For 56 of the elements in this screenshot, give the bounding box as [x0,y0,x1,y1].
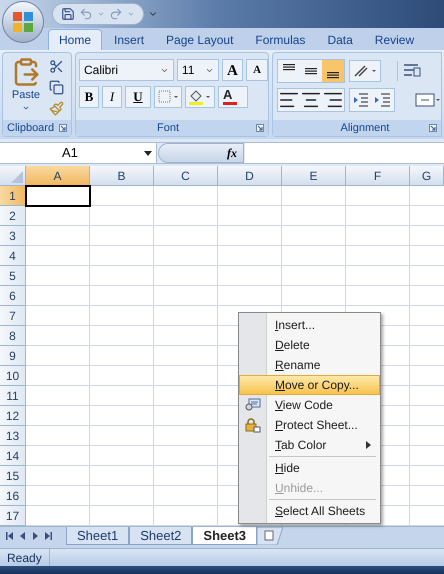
row-header[interactable]: 15 [0,466,26,486]
ribbon-tab[interactable]: Page Layout [156,29,244,50]
menu-item[interactable]: Insert... [239,315,380,335]
font-family-field[interactable]: Calibri [79,59,174,81]
column-header[interactable]: B [90,166,154,185]
font-size-field[interactable]: 11 [176,59,218,81]
ribbon-tab[interactable]: Home [48,29,102,50]
paste-button[interactable]: Paste [7,57,45,112]
sheet-tab[interactable]: Sheet3 [192,527,258,545]
menu-item[interactable]: View Code [239,395,380,415]
row-header[interactable]: 7 [0,306,26,326]
menu-item[interactable]: Delete [239,335,380,355]
menu-item[interactable]: Tab Color [239,435,380,455]
row-header[interactable]: 10 [0,366,26,386]
menu-item[interactable]: Select All Sheets [239,501,380,521]
row-header[interactable]: 12 [0,406,26,426]
column-header[interactable]: G [410,166,444,185]
font-color-button[interactable]: A [218,86,248,108]
menu-item[interactable]: Hide [239,458,380,478]
insert-function-button[interactable]: fx [227,144,237,162]
row-header[interactable]: 3 [0,226,26,246]
group-label: Font [156,120,179,136]
column-header[interactable]: C [154,166,218,185]
sheet-tab[interactable]: Sheet2 [129,527,192,545]
italic-button[interactable]: I [102,86,122,108]
row-header[interactable]: 14 [0,446,26,466]
underline-button[interactable]: U [125,86,151,108]
sheet-tab[interactable]: Sheet1 [66,527,130,545]
row-header[interactable]: 16 [0,486,26,506]
ribbon-tab[interactable]: Review [364,29,424,50]
group-label: Alignment [340,120,390,136]
row-header[interactable]: 8 [0,326,26,346]
row-header[interactable]: 1 [0,186,26,206]
row-header[interactable]: 11 [0,386,26,406]
column-header[interactable]: F [346,166,410,185]
group-label: Clipboard [7,120,54,136]
column-header[interactable]: A [26,166,90,185]
name-box[interactable]: A1 [0,143,157,163]
menu-item[interactable]: Move or Copy... [239,375,380,395]
row-header[interactable]: 17 [0,506,26,526]
ribbon-tab[interactable]: Data [317,29,363,50]
row-header[interactable]: 13 [0,426,26,446]
ribbon-tab[interactable]: Insert [104,29,154,50]
shrink-font-button[interactable]: A [246,59,268,81]
grow-font-button[interactable]: A [222,59,244,81]
row-header[interactable]: 6 [0,286,26,306]
column-header[interactable]: D [218,166,282,185]
row-header[interactable]: 2 [0,206,26,226]
ribbon-tab[interactable]: Formulas [245,29,316,50]
column-header[interactable]: E [282,166,346,185]
menu-item[interactable]: Protect Sheet... [239,415,380,435]
menu-item[interactable]: Rename [239,355,380,375]
row-header[interactable]: 5 [0,266,26,286]
bold-button[interactable]: B [79,86,99,108]
row-header[interactable]: 4 [0,246,26,266]
row-header[interactable]: 9 [0,346,26,366]
